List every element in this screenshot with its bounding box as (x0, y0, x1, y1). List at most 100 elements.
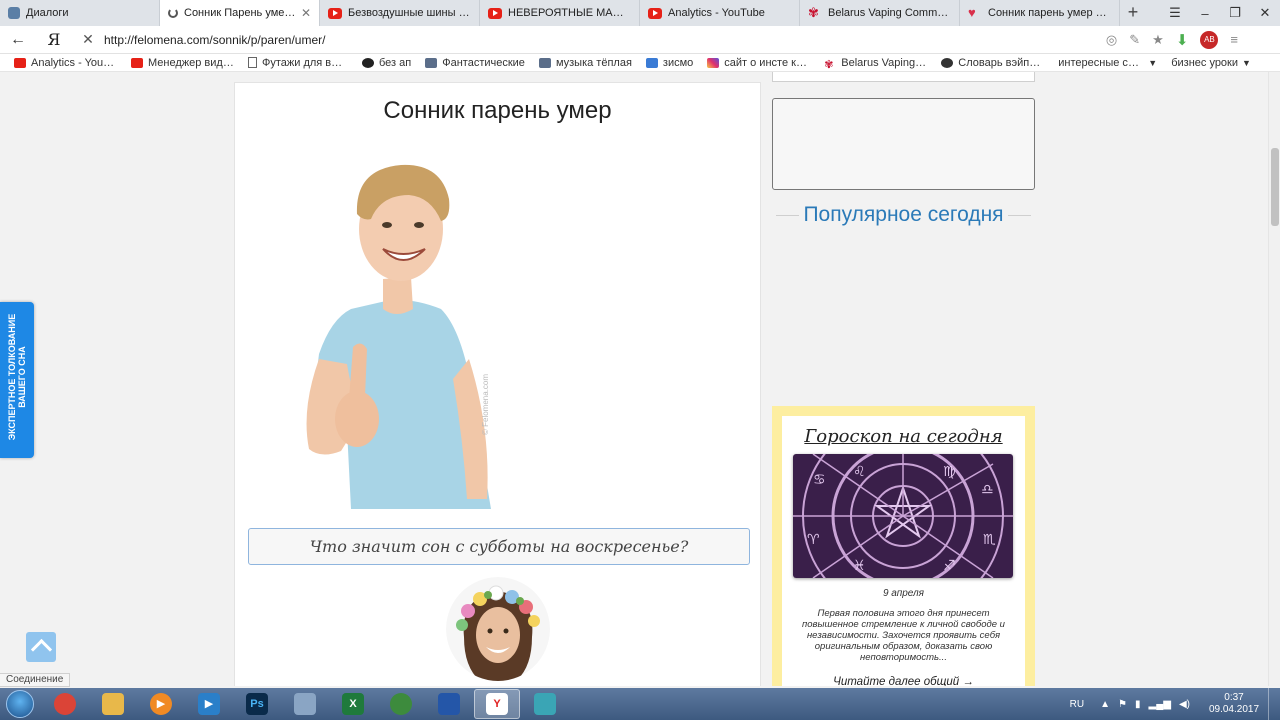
start-button[interactable] (0, 688, 40, 720)
article-card: Сонник парень умер © Felomena.com Что зн… (234, 82, 761, 686)
power-icon[interactable]: ▮ (1135, 699, 1141, 710)
url-field[interactable]: http://felomena.com/sonnik/p/paren/umer/ (104, 33, 1106, 47)
media-player-icon: ▶ (150, 693, 172, 715)
show-desktop-button[interactable] (1268, 688, 1280, 720)
read-more-link[interactable]: Читайте далее общий → (782, 676, 1025, 686)
horoscope-card: Гороскоп на сегодня ♋ ♌ ♍ ♎ ♏ ♐ ♓ ♈ 9 ап… (782, 416, 1025, 686)
scroll-to-top-button[interactable] (26, 632, 56, 662)
tab-title: Belarus Vaping Community (828, 7, 951, 19)
tray-icons: ▲ ⚑ ▮ ▂▄▆ ◀) (1100, 699, 1190, 710)
question-button[interactable]: Что значит сон с субботы на воскресенье? (248, 528, 750, 565)
adblock-icon[interactable]: AB (1200, 30, 1219, 49)
tab-machines[interactable]: НЕВЕРОЯТНЫЕ МАШИНЫ, к (480, 0, 640, 26)
address-icons: ◎ ✎ ★ ⬇ AB ≡ (1106, 30, 1280, 49)
tab-dialogs[interactable]: Диалоги (0, 0, 160, 26)
taskbar-excel[interactable]: X (330, 689, 376, 719)
show-hidden-icon[interactable]: ▲ (1100, 699, 1110, 710)
taskbar-yandex[interactable]: Y (474, 689, 520, 719)
taskbar-explorer[interactable] (90, 689, 136, 719)
taskbar-save-app[interactable] (426, 689, 472, 719)
taskbar-tree-app[interactable] (378, 689, 424, 719)
new-tab-button[interactable]: + (1120, 0, 1146, 26)
taskbar-media-player-2[interactable]: ▶ (186, 689, 232, 719)
taskbar: ▶ ▶ Ps X Y RU ▲ ⚑ ▮ ▂▄▆ ◀) 0:37 09.04.20… (0, 688, 1280, 720)
network-icon[interactable]: ▂▄▆ (1149, 699, 1171, 710)
svg-text:♓: ♓ (853, 558, 866, 574)
bookmark-item[interactable]: Менеджер видео (131, 57, 234, 69)
loading-icon (168, 8, 178, 18)
close-window-icon[interactable]: ✕ (1250, 5, 1280, 21)
close-icon[interactable]: ✕ (301, 6, 311, 20)
bookmark-folder[interactable]: интересные ссылк ▼ (1058, 57, 1157, 69)
flag-icon[interactable]: ⚑ (1118, 699, 1127, 710)
edit-icon[interactable]: ✎ (1129, 32, 1140, 48)
bookmark-label: зисмо (662, 56, 694, 69)
bookmark-label: музыка тёплая (555, 56, 632, 69)
menu-icon[interactable]: ≡ (1230, 32, 1238, 47)
side-tab-label: ЭКСПЕРТНОЕ ТОЛКОВАНИЕ ВАШЕГО СНА (7, 313, 27, 441)
bookmark-label: Belarus Vaping Co (841, 56, 928, 69)
popular-heading-text: Популярное сегодня (803, 203, 1004, 226)
clock[interactable]: 0:37 09.04.2017 (1204, 692, 1264, 716)
tab-tires[interactable]: Безвоздушные шины на ро (320, 0, 480, 26)
calculator-icon (294, 693, 316, 715)
hero-image (306, 164, 491, 509)
z-icon (645, 57, 658, 68)
tab-sonnik-2[interactable]: ♥ Сонник парень умер к чем (960, 0, 1120, 26)
tab-title: Безвоздушные шины на ро (348, 7, 471, 19)
bookmark-item[interactable]: сайт о инсте крут (707, 57, 810, 69)
bookmark-item[interactable]: ✾ Belarus Vaping Co (824, 56, 928, 71)
star-icon[interactable]: ★ (1152, 32, 1164, 48)
bookmark-item[interactable]: Словарь вэйпера (941, 57, 1044, 69)
volume-icon[interactable]: ◀) (1179, 699, 1190, 710)
bookmark-label: интересные ссылк (1058, 56, 1145, 69)
vertical-scrollbar[interactable] (1268, 72, 1280, 686)
bookmark-item[interactable]: музыка тёплая (538, 56, 632, 69)
bookmark-label: Словарь вэйпера (958, 56, 1045, 69)
bookmark-item[interactable]: без ап (362, 57, 411, 69)
tab-belarus-vaping[interactable]: ✾ Belarus Vaping Community (800, 0, 960, 26)
scrollbar-thumb[interactable] (1271, 148, 1279, 226)
bookmark-item[interactable]: Фантастические (425, 57, 525, 69)
svg-text:♌: ♌ (853, 464, 866, 480)
protect-icon[interactable]: ◎ (1106, 32, 1117, 48)
dark-icon (941, 57, 954, 68)
page-title: Сонник парень умер (383, 97, 612, 124)
tab-analytics[interactable]: Analytics - YouTube (640, 0, 800, 26)
expert-interpretation-tab[interactable]: ЭКСПЕРТНОЕ ТОЛКОВАНИЕ ВАШЕГО СНА (0, 302, 34, 458)
maximize-icon[interactable]: ❐ (1220, 5, 1250, 21)
bookmark-item[interactable]: Analytics - YouTub (14, 57, 117, 69)
window-controls: ☰ – ❐ ✕ (1160, 0, 1280, 26)
sidebar-widget-box (772, 98, 1035, 190)
taskbar-chrome[interactable] (42, 689, 88, 719)
tab-sonnik-active[interactable]: Сонник Парень умер к чему ✕ (160, 0, 320, 26)
tab-strip: Диалоги Сонник Парень умер к чему ✕ Безв… (0, 0, 1280, 26)
address-bar: ← Я ✕ http://felomena.com/sonnik/p/paren… (0, 26, 1280, 54)
bookmark-item[interactable]: Футажи для виде (248, 57, 348, 69)
taskbar-calculator[interactable] (282, 689, 328, 719)
download-icon[interactable]: ⬇ (1176, 31, 1189, 49)
taskbar-vape-app[interactable] (522, 689, 568, 719)
clock-time: 0:37 (1224, 692, 1244, 703)
tabs-menu-icon[interactable]: ☰ (1160, 5, 1190, 21)
instagram-icon (707, 57, 720, 68)
youtube-icon (648, 7, 662, 19)
bookmark-folder[interactable]: бизнес уроки ▼ (1171, 57, 1251, 69)
stop-button[interactable]: ✕ (72, 31, 104, 48)
yandex-button[interactable]: Я (36, 30, 72, 49)
taskbar-photoshop[interactable]: Ps (234, 689, 280, 719)
taskbar-media-player[interactable]: ▶ (138, 689, 184, 719)
windows-logo-icon (6, 690, 34, 718)
floppy-icon (438, 693, 460, 715)
chevron-down-icon: ▼ (1242, 57, 1251, 68)
back-button[interactable]: ← (0, 31, 36, 49)
svg-text:♋: ♋ (813, 472, 826, 488)
minimize-icon[interactable]: – (1190, 6, 1220, 21)
language-indicator[interactable]: RU (1070, 699, 1084, 710)
tab-title: Analytics - YouTube (668, 7, 765, 19)
youtube-icon (328, 7, 342, 19)
horoscope-title[interactable]: Гороскоп на сегодня (782, 426, 1025, 447)
bookmark-item[interactable]: зисмо (645, 56, 694, 69)
horoscope-date: 9 апреля (882, 588, 925, 599)
zodiac-wheel-image[interactable]: ♋ ♌ ♍ ♎ ♏ ♐ ♓ ♈ (793, 454, 1013, 578)
